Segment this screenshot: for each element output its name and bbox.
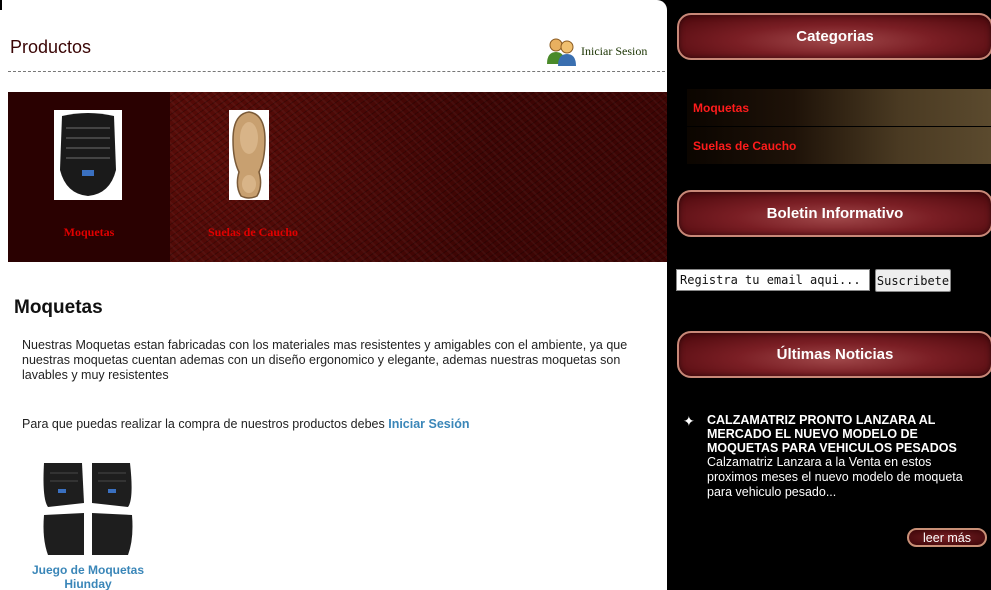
product-description: Nuestras Moquetas estan fabricadas con l… <box>22 338 628 382</box>
category-tile-moquetas[interactable]: Moquetas <box>8 92 170 262</box>
buy-note-text: Para que puedas realizar la compra de nu… <box>22 417 385 431</box>
newsletter-header: Boletin Informativo <box>677 190 991 237</box>
sparkle-bullet-icon: ✦ <box>683 413 695 429</box>
page-title: Productos <box>10 37 92 57</box>
read-more-button[interactable]: leer más <box>907 528 987 547</box>
email-field[interactable] <box>676 269 870 291</box>
corner-mark <box>0 0 2 10</box>
users-icon <box>545 36 577 66</box>
category-label-moquetas: Moquetas <box>63 225 115 239</box>
login-button[interactable]: Iniciar Sesion <box>545 36 647 66</box>
news-body: Calzamatriz Lanzara a la Venta en estos … <box>707 455 963 499</box>
login-link[interactable]: Iniciar Sesión <box>388 417 469 431</box>
main-panel: Productos Iniciar Sesion Moquetas Suelas… <box>0 0 667 590</box>
sidebar: Categorias Moquetas Suelas de Caucho Bol… <box>667 0 991 590</box>
title-divider <box>8 71 665 72</box>
product-image <box>38 459 138 559</box>
news-title: CALZAMATRIZ PRONTO LANZARA AL MERCADO EL… <box>707 413 957 455</box>
subscribe-button[interactable]: Suscribete <box>875 269 951 292</box>
sidebar-item-suelas-de-caucho[interactable]: Suelas de Caucho <box>687 127 991 164</box>
rubber-sole-icon <box>229 110 269 200</box>
product-name: Juego de Moquetas Hiunday <box>31 563 144 590</box>
category-strip: Moquetas Suelas de Caucho <box>8 92 667 262</box>
category-label-suelas: Suelas de Caucho <box>207 225 299 239</box>
login-label: Iniciar Sesion <box>581 43 648 58</box>
sidebar-item-moquetas[interactable]: Moquetas <box>687 89 991 126</box>
car-floor-mat-icon <box>54 110 122 200</box>
buy-note: Para que puedas realizar la compra de nu… <box>22 417 470 431</box>
news-item: ✦ CALZAMATRIZ PRONTO LANZARA AL MERCADO … <box>683 413 983 500</box>
latest-news-header: Últimas Noticias <box>677 331 991 378</box>
category-tile-suelas[interactable]: Suelas de Caucho <box>170 92 336 262</box>
product-card[interactable]: Juego de Moquetas Hiunday <box>22 459 154 590</box>
categories-header: Categorias <box>677 13 991 60</box>
section-title: Moquetas <box>14 297 103 318</box>
